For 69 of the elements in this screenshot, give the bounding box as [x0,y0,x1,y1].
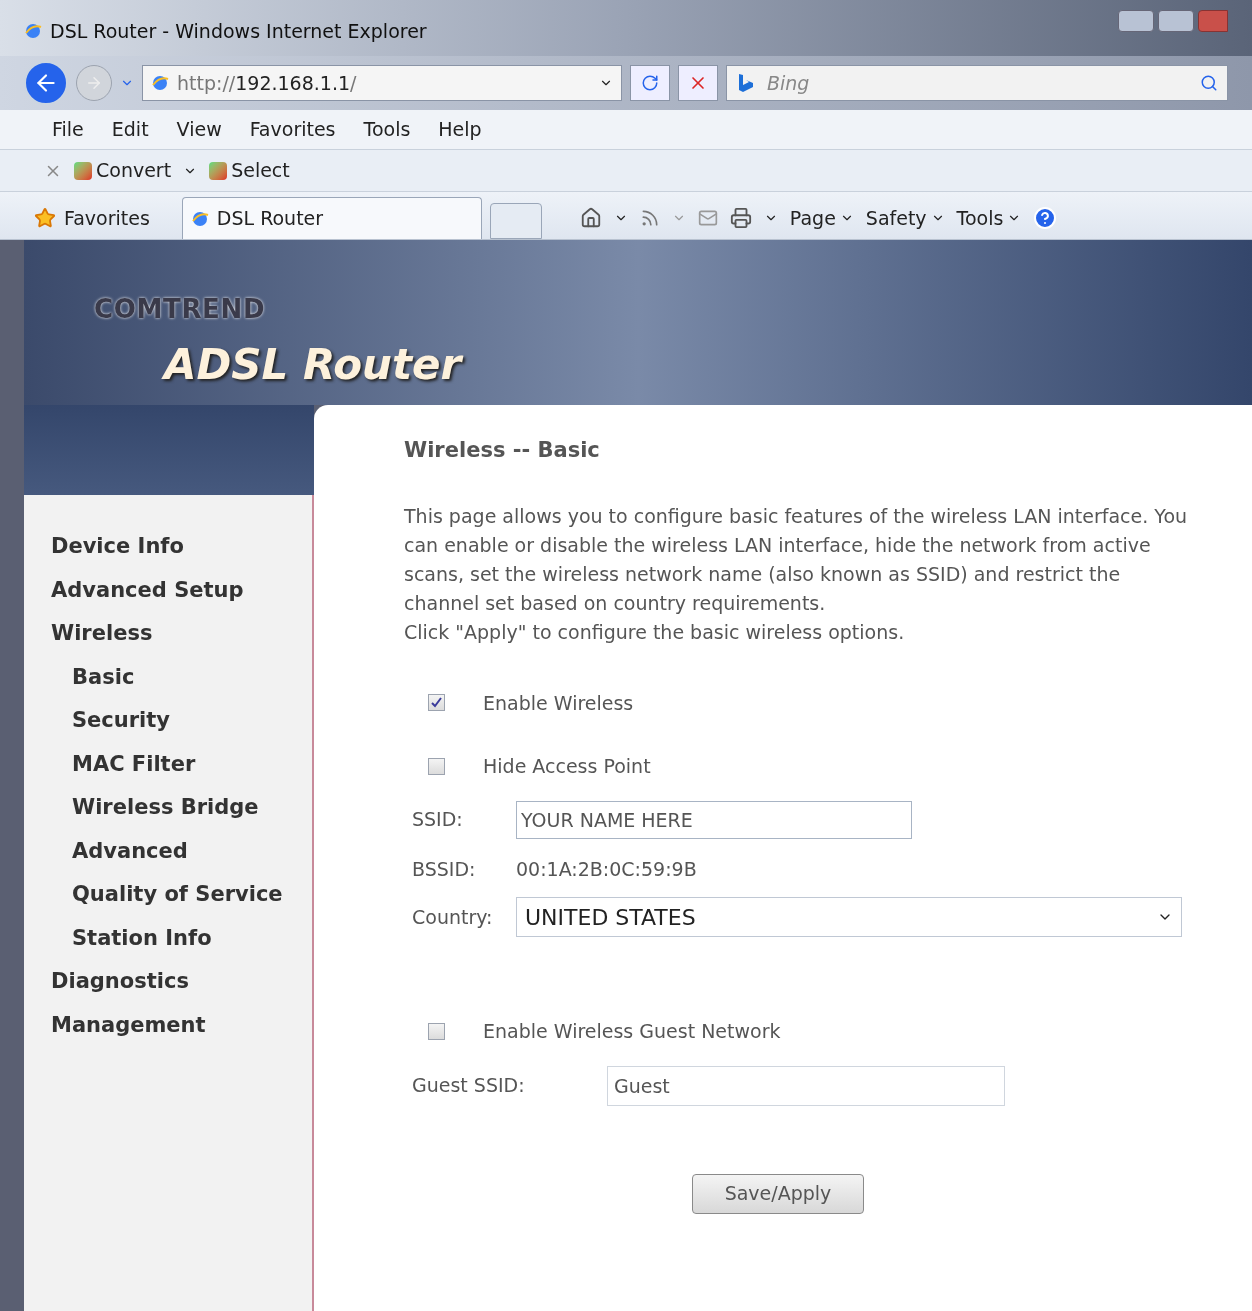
product-title: ADSL Router [94,333,1252,396]
menu-item[interactable]: Help [438,115,482,144]
document-icon [209,161,228,180]
refresh-button[interactable] [630,65,670,101]
document-icon [74,161,92,180]
menu-item[interactable]: Edit [111,115,149,144]
sidebar-link[interactable]: Quality of Service [24,873,312,917]
menu-item[interactable]: File [52,115,84,144]
field-label: Country: [412,904,494,930]
command-menu[interactable]: Page [789,203,854,233]
bing-logo-icon [736,73,756,93]
star-icon [34,207,56,229]
command-menu[interactable]: Safety [865,203,945,233]
instruction-text: Click "Apply" to configure the basic wireless options. [404,619,906,645]
sidebar-link[interactable]: Security [24,699,312,743]
help-icon[interactable] [1033,206,1058,230]
sidebar-link[interactable]: MAC Filter [24,742,312,786]
sidebar-link[interactable]: Basic [24,655,312,699]
checkbox-label: Hide Access Point [483,754,651,779]
toolbar-button[interactable]: Select [209,156,290,185]
checkbox-label: Enable Wireless Guest Network [483,1019,781,1044]
maximize-button[interactable] [1158,10,1194,32]
sidebar-link[interactable]: Advanced Setup [24,568,312,612]
command-menu[interactable]: Tools [956,203,1022,233]
guest-ssid-input[interactable]: Guest [607,1065,1005,1106]
field-label: BSSID: [412,856,477,882]
country-select[interactable]: UNITED STATES [516,897,1182,937]
browser-logo-icon [190,209,209,228]
sidebar-link[interactable]: Management [24,1003,312,1047]
menu-item[interactable]: View [176,115,222,144]
refresh-icon [641,74,659,92]
browser-logo-icon [151,74,169,92]
sidebar-link[interactable]: Device Info [24,525,312,569]
url-text: http://192.168.1.1/ [177,70,357,96]
forward-arrow-icon [85,74,103,92]
field-label: SSID: [412,807,464,833]
stop-button[interactable] [678,65,718,101]
search-icon[interactable] [1200,74,1218,92]
brand-logo: COMTREND [94,293,267,326]
page-heading: Wireless -- Basic [404,437,601,464]
sidebar-link[interactable]: Advanced [24,829,312,873]
window-title: DSL Router - Windows Internet Explorer [50,18,427,44]
field-label: Guest SSID: [412,1073,526,1099]
minimize-button[interactable] [1118,10,1154,32]
toolbar-button[interactable]: Convert [74,156,172,185]
description-text: This page allows you to configure basic features of the wireless LAN interface. You can enable or disable the wireless LAN interface, hide the network from active scans, set the wireless network name (also known as SSID) and restrict the channel set based on country requirements. [404,503,1189,616]
sidebar-link[interactable]: Diagnostics [24,960,312,1004]
checkbox-label: Enable Wireless [483,690,634,716]
address-field[interactable]: http://192.168.1.1/ [142,65,622,101]
checkmark-icon [431,697,442,709]
checkbox[interactable] [428,757,445,775]
search-field[interactable]: Bing [726,65,1228,101]
sidebar-link[interactable]: Wireless Bridge [24,786,312,830]
menu-item[interactable]: Tools [363,115,411,144]
home-icon[interactable] [579,207,602,229]
favorites-button[interactable]: Favorites [34,197,174,239]
checkbox[interactable] [428,694,445,712]
browser-tab[interactable]: DSL Router [181,197,482,239]
save-apply-button[interactable]: Save/Apply [692,1173,864,1214]
menu-item[interactable]: Favorites [249,115,336,144]
mail-icon[interactable] [697,208,718,228]
ssid-input[interactable]: YOUR NAME HERE [516,800,912,839]
new-tab-button[interactable] [489,203,542,239]
sidebar-link[interactable]: Station Info [24,916,312,960]
checkbox[interactable] [428,1022,445,1040]
printer-icon[interactable] [729,207,752,229]
bssid-value: 00:1A:2B:0C:59:9B [516,856,697,882]
browser-logo-icon [24,22,42,40]
sidebar-link[interactable]: Wireless [24,612,312,656]
